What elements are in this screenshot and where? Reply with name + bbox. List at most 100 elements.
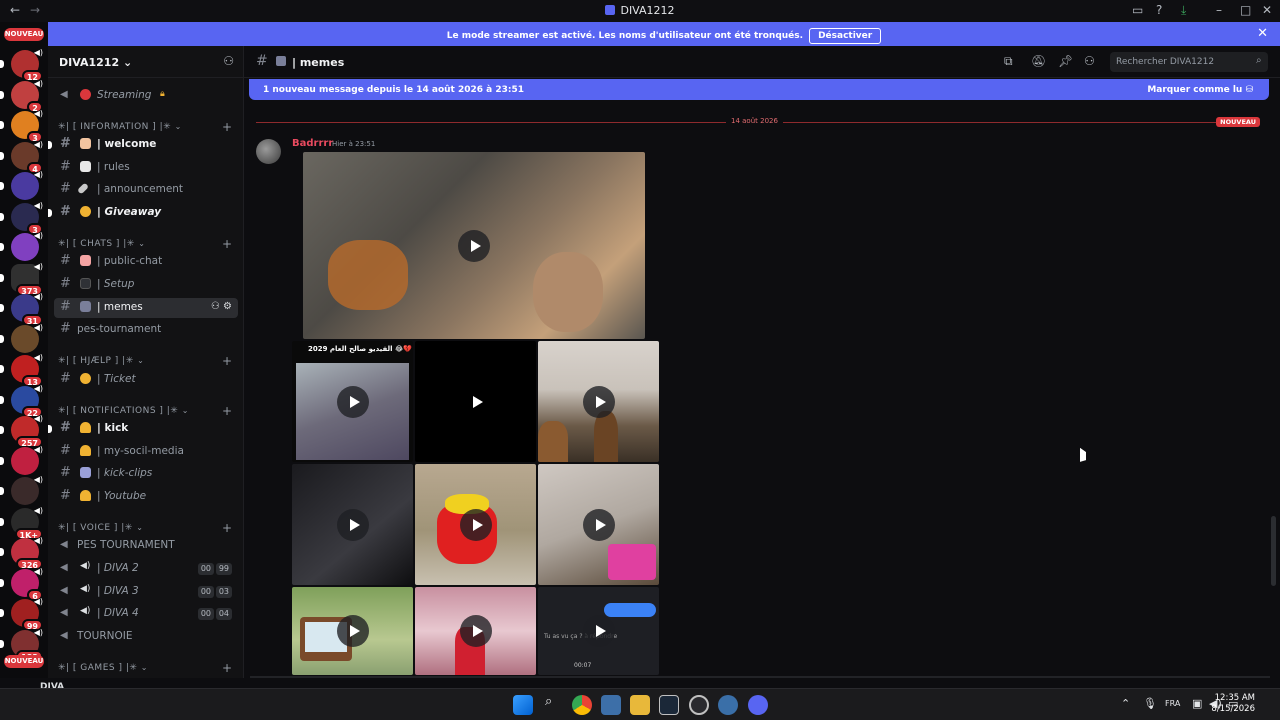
new-messages-bar[interactable]: 1 nouveau message depuis le 14 août 2026… (249, 79, 1269, 100)
channel-announcement[interactable]: # | announcement (54, 180, 238, 200)
video-attachment[interactable] (415, 587, 536, 675)
channel-settings-icons[interactable]: ⚇ ⚙ (211, 301, 232, 312)
play-icon[interactable] (460, 386, 492, 418)
play-icon[interactable] (582, 615, 615, 647)
channel-giveaway[interactable]: # | Giveaway (48, 203, 238, 223)
server-header[interactable]: DIVA1212 ⌄ ⚇ (48, 46, 243, 78)
play-icon[interactable] (582, 385, 615, 418)
add-channel-icon[interactable]: + (222, 521, 233, 535)
server-icon[interactable]: ◀) 257 (11, 414, 43, 448)
chrome-icon[interactable] (572, 695, 592, 715)
video-attachment[interactable] (538, 341, 659, 462)
server-icon[interactable]: ◀) 3 (11, 201, 43, 235)
video-attachment[interactable]: Tu as vu ça ? à répondre 00:07 (538, 587, 659, 675)
search-input[interactable] (1110, 52, 1268, 72)
add-channel-icon[interactable]: + (222, 237, 233, 251)
server-icon[interactable]: ◀) (11, 475, 43, 505)
streaming-channel[interactable]: ◀ Streaming 🔒︎ (54, 86, 238, 106)
voice-diva-3[interactable]: ◀ ◀) | DIVA 3 00 03 (54, 582, 238, 602)
video-attachment[interactable] (303, 152, 645, 339)
video-attachment[interactable] (292, 464, 413, 585)
category-hjaelp[interactable]: ✳| [ HJÆLP ] |✳ ⌄ + (58, 354, 232, 368)
video-attachment[interactable]: الفيديو صالح العام 2029 😂💔 (292, 341, 413, 462)
add-channel-icon[interactable]: + (222, 354, 233, 368)
clock[interactable]: 12:35 AM 8/15/2026 (1211, 693, 1255, 715)
channel-youtube[interactable]: # | Youtube (54, 487, 238, 507)
server-icon[interactable]: ◀) (11, 231, 43, 261)
voice-diva-4[interactable]: ◀ ◀) | DIVA 4 00 04 (54, 604, 238, 624)
video-attachment[interactable] (415, 464, 536, 585)
channel-pes-tournament[interactable]: # pes-tournament (54, 320, 238, 340)
settings-icon[interactable] (718, 695, 738, 715)
message-author[interactable]: Badrrrr (292, 138, 333, 149)
add-channel-icon[interactable]: + (222, 661, 233, 675)
chat-scrollbar[interactable] (1271, 516, 1276, 586)
search-icon[interactable]: ⌕ (545, 694, 552, 709)
add-channel-icon[interactable]: + (222, 120, 233, 134)
server-icon[interactable]: ◀) (11, 323, 43, 353)
windows-start-icon[interactable] (513, 695, 533, 715)
download-icon[interactable]: ⤓ (1181, 3, 1186, 18)
server-name[interactable]: DIVA1212 (59, 56, 119, 69)
server-icon[interactable]: ◀) 373 (11, 262, 43, 296)
play-icon[interactable] (459, 615, 492, 647)
play-icon[interactable] (582, 508, 615, 541)
server-icon[interactable]: ◀) 99 (11, 597, 43, 631)
video-attachment[interactable] (415, 341, 536, 462)
language-indicator[interactable]: FRA (1165, 699, 1180, 708)
app-icon[interactable] (689, 695, 709, 715)
channel-setup[interactable]: # | Setup (54, 275, 238, 295)
server-icon[interactable]: ◀) 3 (11, 109, 43, 143)
server-icon[interactable]: ◀) (11, 170, 43, 200)
steam-icon[interactable] (659, 695, 679, 715)
help-icon[interactable]: ? (1156, 3, 1162, 17)
mark-as-read-button[interactable]: Marquer comme lu ⛁ (1147, 85, 1253, 95)
category-voice[interactable]: ✳| [ VOICE ] |✳ ⌄ + (58, 521, 232, 535)
channel-kick-clips[interactable]: # | kick-clips (54, 464, 238, 484)
minimize-icon[interactable]: – (1216, 3, 1222, 17)
category-chats[interactable]: ✳| [ CHATS ] |✳ ⌄ + (58, 237, 232, 251)
channel-memes[interactable]: # | memes ⚇ ⚙ (54, 298, 238, 318)
avatar[interactable] (256, 139, 281, 164)
play-icon[interactable] (336, 385, 369, 418)
video-attachment[interactable] (292, 587, 413, 675)
mute-bell-icon[interactable]: 🔕︎ (1031, 54, 1046, 68)
video-attachment[interactable] (538, 464, 659, 585)
play-icon[interactable] (336, 615, 369, 647)
category-games[interactable]: ✳| [ GAMES ] |✳ ⌄ + (58, 661, 232, 675)
voice-tournoie[interactable]: ◀ TOURNOIE (54, 627, 238, 647)
channel-kick[interactable]: # | kick (48, 419, 238, 439)
server-icon[interactable]: ◀)132 (11, 628, 43, 662)
disable-streamer-button[interactable]: Désactiver (809, 28, 882, 44)
channel-ticket[interactable]: # | Ticket (54, 370, 238, 390)
maximize-icon[interactable]: □ (1240, 3, 1251, 17)
invite-people-icon[interactable]: ⚇ (223, 54, 234, 68)
play-icon[interactable] (458, 229, 490, 262)
server-icon[interactable]: ◀) 326 (11, 536, 43, 570)
server-icon[interactable]: ◀) 4 (11, 140, 43, 174)
discord-taskbar-icon[interactable] (748, 695, 768, 715)
category-information[interactable]: ✳| [ INFORMATION ] |✳ ⌄ + (58, 120, 232, 134)
member-list-icon[interactable]: ⚇ (1084, 54, 1095, 68)
play-icon[interactable] (336, 508, 369, 541)
channel-public-chat[interactable]: # | public-chat (54, 252, 238, 272)
server-icon[interactable]: ◀) 12 (11, 48, 43, 82)
voice-pes-tournament[interactable]: ◀ PES TOURNAMENT (54, 536, 238, 556)
close-window-icon[interactable]: ✕ (1262, 3, 1272, 17)
microphone-icon[interactable]: 🎙︎ (1143, 697, 1157, 710)
pin-icon[interactable]: 📌︎ (1058, 54, 1073, 68)
message-composer[interactable] (250, 676, 1270, 678)
add-channel-icon[interactable]: + (222, 404, 233, 418)
server-icon[interactable]: ◀) 2 (11, 79, 43, 113)
server-icon[interactable]: ◀) 1K+ (11, 506, 43, 540)
network-icon[interactable]: ▣ (1192, 697, 1202, 710)
server-icon[interactable]: ◀) 6 (11, 567, 43, 601)
file-explorer-icon[interactable] (630, 695, 650, 715)
server-icon[interactable]: ◀) 31 (11, 292, 43, 326)
channel-my-socil-media[interactable]: # | my-socil-media (54, 442, 238, 462)
inbox-icon[interactable]: ▭ (1132, 3, 1143, 17)
channel-rules[interactable]: # | rules (54, 158, 238, 178)
close-banner-icon[interactable]: ✕ (1257, 26, 1268, 41)
voice-diva-2[interactable]: ◀ ◀) | DIVA 2 00 99 (54, 559, 238, 579)
threads-icon[interactable]: ⧉ (1004, 54, 1013, 69)
